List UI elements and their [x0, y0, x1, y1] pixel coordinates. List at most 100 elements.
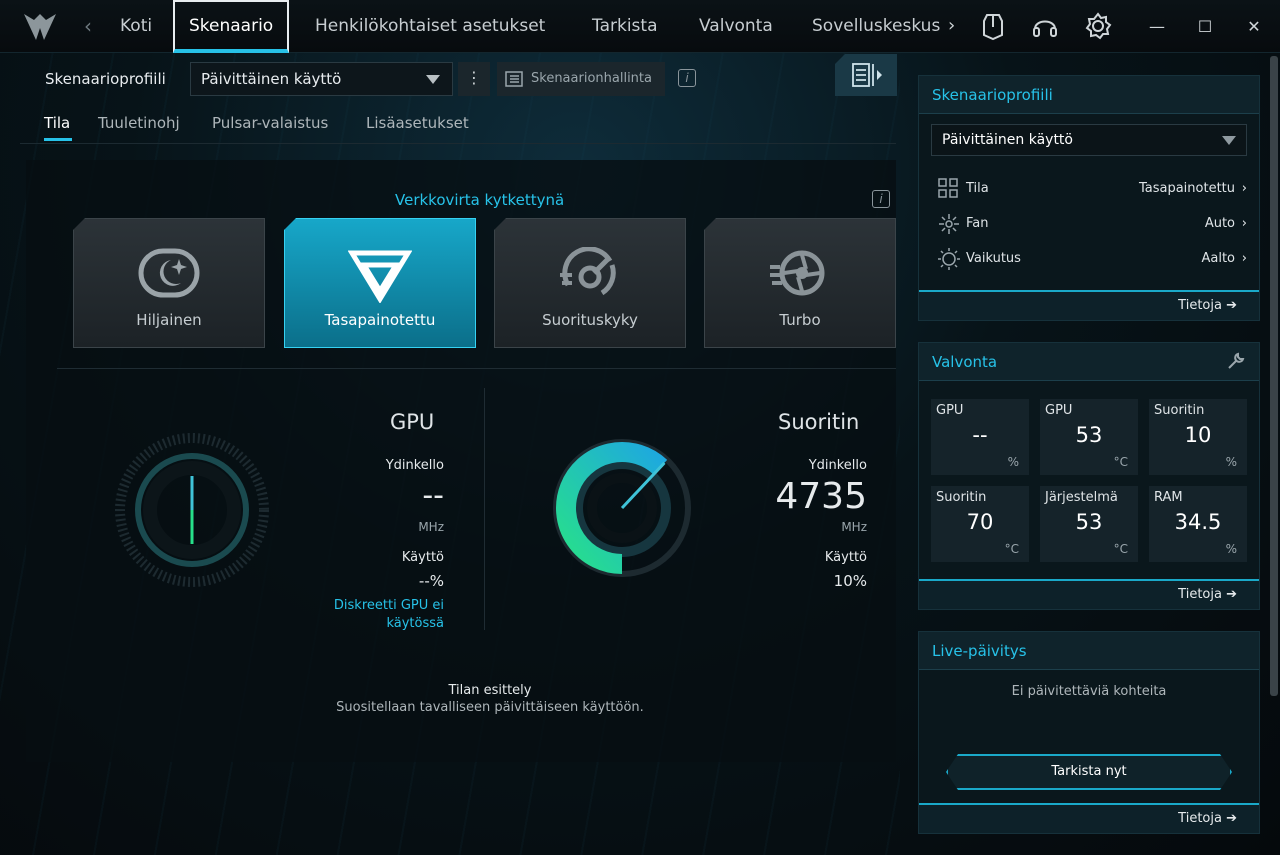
headset-icon[interactable]: [1030, 11, 1060, 41]
subtab-tuuletinohj[interactable]: Tuuletinohj: [98, 114, 180, 132]
scenario-profile-value: Päivittäinen käyttö: [201, 70, 342, 88]
tile-unit: %: [1225, 542, 1237, 556]
monitor-panel: Valvonta GPU -- % GPU 53 °C Suoritin 10 …: [918, 342, 1260, 610]
profile-details-link[interactable]: Tietoja ➔: [919, 290, 1259, 320]
gpu-clock-value: --: [422, 478, 444, 513]
right-profile-value: Päivittäinen käyttö: [942, 132, 1073, 148]
predator-logo-icon: [24, 14, 56, 40]
monitor-tile: GPU -- %: [931, 399, 1029, 475]
row-value: Tasapainotettu: [1138, 181, 1235, 196]
balanced-mode-icon: [348, 250, 412, 303]
details-label: Tietoja: [1178, 298, 1222, 313]
cpu-clock-unit: MHz: [841, 520, 867, 534]
scrollbar[interactable]: [1270, 56, 1278, 696]
subtab-tila[interactable]: Tila: [44, 114, 70, 132]
mode-info-title: Tilan esittely: [448, 683, 532, 698]
cpu-gauge: [553, 439, 691, 577]
monitor-details-link[interactable]: Tietoja ➔: [919, 579, 1259, 609]
wrench-icon[interactable]: [1227, 352, 1245, 370]
tab-valvonta[interactable]: Valvonta: [699, 0, 773, 53]
tab-skenaario[interactable]: Skenaario: [173, 0, 290, 53]
live-update-title: Live-päivitys: [919, 632, 1259, 670]
tile-unit: %: [1225, 455, 1237, 469]
gpu-gauge: [115, 433, 269, 587]
cpu-clock-label: Ydinkello: [808, 458, 867, 473]
chevron-left-icon[interactable]: ‹: [78, 14, 98, 38]
mode-tasapainotettu-button[interactable]: Tasapainotettu: [284, 218, 476, 348]
app-window: { "nav": { "tabs": ["Koti","Skenaario","…: [0, 0, 1280, 855]
turbo-mode-icon: [770, 250, 825, 296]
row-key: Fan: [966, 216, 989, 231]
chevron-down-icon: [1222, 136, 1236, 145]
grid-icon: [938, 178, 958, 198]
profile-row-tila[interactable]: Tila Tasapainotettu ›: [937, 177, 1247, 201]
gpu-note: Diskreetti GPU ei: [333, 598, 444, 613]
monitor-title: Valvonta: [932, 353, 998, 371]
live-details-link[interactable]: Tietoja ➔: [919, 803, 1259, 833]
gear-icon[interactable]: [1083, 11, 1113, 41]
mode-suorituskyky-button[interactable]: Suorituskyky: [494, 218, 686, 348]
gpu-clock-label: Ydinkello: [385, 458, 444, 473]
tile-name: RAM: [1154, 490, 1183, 505]
info-icon[interactable]: i: [678, 69, 696, 87]
active-subtab-indicator: [44, 138, 72, 141]
tile-value: 53: [1075, 510, 1103, 534]
collapse-panel-button[interactable]: [835, 54, 897, 96]
row-value: Auto: [1204, 216, 1235, 231]
scenario-profile-select[interactable]: Päivittäinen käyttö: [190, 62, 453, 96]
row-value: Aalto: [1201, 251, 1235, 266]
tile-name: Suoritin: [936, 490, 987, 505]
tab-henkilokohtaiset[interactable]: Henkilökohtaiset asetukset: [315, 0, 545, 53]
maximize-icon[interactable]: ☐: [1192, 14, 1218, 40]
gpu-usage-label: Käyttö: [401, 550, 444, 565]
tile-name: Suoritin: [1154, 403, 1205, 418]
tile-value: --: [972, 423, 988, 447]
profile-panel-title: Skenaarioprofiili: [919, 76, 1259, 114]
mode-label: Hiljainen: [136, 311, 202, 329]
live-update-panel: Live-päivitys Ei päivitettäviä kohteita …: [918, 631, 1260, 834]
tile-value: 70: [966, 510, 994, 534]
more-options-button[interactable]: ⋮: [458, 62, 490, 96]
mode-label: Tasapainotettu: [324, 311, 436, 329]
list-icon: [505, 71, 523, 87]
divider: [20, 143, 896, 144]
chevron-right-icon: ›: [1241, 216, 1247, 231]
profile-row-vaikutus[interactable]: Vaikutus Aalto ›: [937, 247, 1247, 271]
panel-toggle-icon: [852, 63, 882, 87]
minimize-icon[interactable]: —: [1144, 14, 1170, 40]
chevron-right-icon[interactable]: ›: [948, 14, 964, 38]
tile-unit: °C: [1113, 542, 1128, 556]
arrow-right-icon: ➔: [1226, 811, 1237, 826]
profile-panel: Skenaarioprofiili Päivittäinen käyttö Ti…: [918, 75, 1260, 321]
arrow-right-icon: ➔: [1226, 298, 1237, 313]
tile-value: 10: [1184, 423, 1212, 447]
mode-hiljainen-button[interactable]: Hiljainen: [73, 218, 265, 348]
subtab-lisaasetukset[interactable]: Lisäasetukset: [366, 114, 469, 132]
gpu-note: käytössä: [386, 616, 444, 631]
tile-value: 34.5: [1174, 510, 1222, 534]
profile-row-fan[interactable]: Fan Auto ›: [937, 212, 1247, 236]
tab-tarkista[interactable]: Tarkista: [592, 0, 658, 53]
tab-koti[interactable]: Koti: [120, 0, 152, 53]
check-now-button[interactable]: Tarkista nyt: [946, 754, 1232, 790]
monitor-tile: RAM 34.5 %: [1149, 486, 1247, 562]
hardware-icon[interactable]: [978, 11, 1008, 41]
chevron-right-icon: ›: [1241, 251, 1247, 266]
monitor-tile: Suoritin 70 °C: [931, 486, 1029, 562]
divider: [484, 388, 485, 630]
chevron-right-icon: ›: [1241, 181, 1247, 196]
mode-info-icon[interactable]: i: [872, 190, 890, 208]
performance-mode-icon: [560, 247, 616, 296]
tile-name: GPU: [936, 403, 964, 418]
right-profile-select[interactable]: Päivittäinen käyttö: [931, 124, 1247, 156]
scenario-manager-button[interactable]: Skenaarionhallinta: [497, 62, 665, 96]
close-icon[interactable]: ✕: [1241, 14, 1267, 40]
details-label: Tietoja: [1178, 811, 1222, 826]
cpu-title: Suoritin: [778, 410, 860, 434]
chevron-down-icon: [426, 75, 440, 84]
mode-turbo-button[interactable]: Turbo: [704, 218, 896, 348]
gpu-clock-unit: MHz: [418, 520, 444, 534]
subtab-pulsar-valaistus[interactable]: Pulsar-valaistus: [212, 114, 328, 132]
monitor-tile: Suoritin 10 %: [1149, 399, 1247, 475]
tab-sovelluskeskus[interactable]: Sovelluskeskus: [812, 0, 944, 53]
